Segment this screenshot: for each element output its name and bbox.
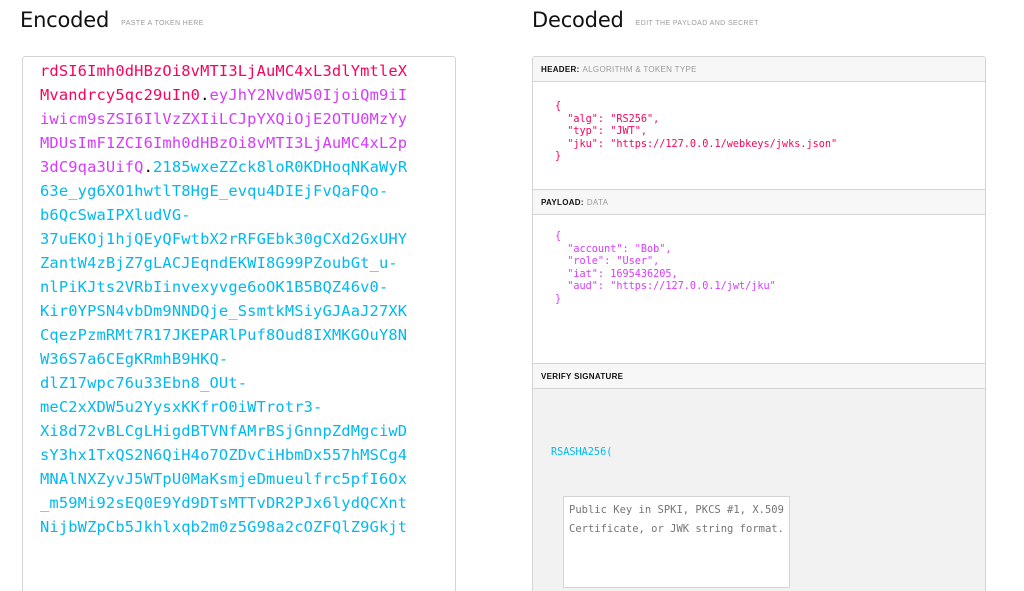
- token-sig-segment: 63e_yg6XO1hwtlT8HgE_evqu4DIEjFvQaFQo-: [40, 182, 389, 200]
- token-payload-segment: iwicm9sZSI6IlVzZXIiLCJpYXQiOjE2OTU0MzYy: [40, 110, 408, 128]
- header-section-title: HEADER: ALGORITHM & TOKEN TYPE: [533, 57, 985, 82]
- json-line: {: [555, 231, 562, 242]
- token-sig-segment: 2185wxeZZck8loR0KDHoqNKaWyR: [153, 158, 408, 176]
- token-sig-segment: 37uEKOj1hjQEyQFwtbX2rRFGEbk30gCXd2GxUHY: [40, 230, 408, 248]
- token-dot-segment: .: [200, 86, 210, 104]
- encoded-title: Encoded: [20, 8, 110, 32]
- json-line: }: [555, 293, 562, 305]
- header-label: HEADER:: [541, 65, 580, 74]
- payload-json-editor[interactable]: { "account": "Bob", "role": "User", "iat…: [533, 215, 985, 307]
- token-line: W36S7a6CEgKRmhB9HKQ-: [40, 347, 407, 371]
- token-line: 63e_yg6XO1hwtlT8HgE_evqu4DIEjFvQaFQo-: [40, 179, 407, 203]
- verify-line: RSASHA256(: [551, 447, 613, 458]
- decoded-title: Decoded: [532, 8, 624, 32]
- token-text[interactable]: rdSI6Imh0dHBzOi8vMTI3LjAuMC4xL3dlYmtleX M…: [40, 59, 407, 539]
- public-key-input[interactable]: [563, 496, 790, 588]
- header-sublabel: ALGORITHM & TOKEN TYPE: [582, 65, 697, 74]
- json-line: "account": "Bob",: [555, 243, 672, 255]
- json-line: "iat": 1695436205,: [555, 268, 678, 280]
- encoded-hint: PASTE A TOKEN HERE: [121, 20, 204, 27]
- token-line: nlPiKJts2VRbIinvexyvge6oOK1B5BQZ46v0-: [40, 275, 407, 299]
- token-line: dlZ17wpc76u33Ebn8_OUt-: [40, 371, 407, 395]
- token-sig-segment: dlZ17wpc76u33Ebn8_OUt-: [40, 374, 248, 392]
- token-line: MNAlNXZyvJ5WTpU0MaKsmjeDmueulfrc5pfI6Ox: [40, 467, 407, 491]
- token-payload-segment: 3dC9qa3UifQ: [40, 158, 144, 176]
- token-line: NijbWZpCb5Jkhlxqb2m0z5G98a2cOZFQlZ9Gkjt: [40, 515, 407, 539]
- token-sig-segment: _m59Mi92sEQ0E9Yd9DTsMTTvDR2PJx6lydQCXnt: [40, 494, 408, 512]
- token-dot-segment: .: [143, 158, 153, 176]
- token-sig-segment: nlPiKJts2VRbIinvexyvge6oOK1B5BQZ46v0-: [40, 278, 389, 296]
- token-payload-segment: eyJhY2NvdW50IjoiQm9iI: [209, 86, 408, 104]
- token-sig-segment: b6QcSwaIPXludVG-: [40, 206, 191, 224]
- token-sig-segment: W36S7a6CEgKRmhB9HKQ-: [40, 350, 229, 368]
- json-line: {: [555, 101, 562, 112]
- token-line: 3dC9qa3UifQ.2185wxeZZck8loR0KDHoqNKaWyR: [40, 155, 407, 179]
- token-line: 37uEKOj1hjQEyQFwtbX2rRFGEbk30gCXd2GxUHY: [40, 227, 407, 251]
- token-line: Mvandrcy5qc29uIn0.eyJhY2NvdW50IjoiQm9iI: [40, 83, 407, 107]
- token-line: MDUsImF1ZCI6Imh0dHBzOi8vMTI3LjAuMC4xL2p: [40, 131, 407, 155]
- token-line: iwicm9sZSI6IlVzZXIiLCJpYXQiOjE2OTU0MzYy: [40, 107, 407, 131]
- token-line: sY3hx1TxQS2N6QiH4o7OZDvCiHbmDx557hMSCg4: [40, 443, 407, 467]
- header-json-editor[interactable]: { "alg": "RS256", "typ": "JWT", "jku": "…: [533, 82, 985, 164]
- token-header-segment: rdSI6Imh0dHBzOi8vMTI3LjAuMC4xL3dlYmtleX: [40, 62, 408, 80]
- json-line: "aud": "https://127.0.0.1/jwt/jku": [555, 281, 776, 293]
- token-sig-segment: meC2xXDW5u2YysxKKfrO0iWTrotr3-: [40, 398, 323, 416]
- token-sig-segment: Kir0YPSN4vbDm9NNDQje_SsmtkMSiyGJAaJ27XK: [40, 302, 408, 320]
- json-line: "jku": "https://127.0.0.1/webkeys/jwks.j…: [555, 138, 838, 150]
- json-line: "role": "User",: [555, 256, 660, 268]
- token-line: meC2xXDW5u2YysxKKfrO0iWTrotr3-: [40, 395, 407, 419]
- payload-section-title: PAYLOAD: DATA: [533, 190, 985, 215]
- token-header-segment: Mvandrcy5qc29uIn0: [40, 86, 201, 104]
- token-line: b6QcSwaIPXludVG-: [40, 203, 407, 227]
- json-line: }: [555, 151, 562, 163]
- token-line: ZantW4zBjZ7gLACJEqndEKWI8G99PZoubGt_u-: [40, 251, 407, 275]
- payload-section: PAYLOAD: DATA { "account": "Bob", "role":…: [533, 190, 985, 364]
- verify-section-title: VERIFY SIGNATURE: [533, 364, 985, 389]
- json-line: "typ": "JWT",: [555, 126, 648, 138]
- token-sig-segment: NijbWZpCb5Jkhlxqb2m0z5G98a2cOZFQlZ9Gkjt: [40, 518, 408, 536]
- decoded-hint: EDIT THE PAYLOAD AND SECRET: [635, 20, 759, 27]
- token-sig-segment: Xi8d72vBLCgLHigdBTVNfAMrBSjGnnpZdMgciwD: [40, 422, 408, 440]
- token-sig-segment: ZantW4zBjZ7gLACJEqndEKWI8G99PZoubGt_u-: [40, 254, 398, 272]
- token-sig-segment: CqezPzmRMt7R17JKEPARlPuf8Oud8IXMKGOuY8N: [40, 326, 408, 344]
- payload-sublabel: DATA: [586, 198, 609, 207]
- header-section: HEADER: ALGORITHM & TOKEN TYPE { "alg": "…: [533, 57, 985, 190]
- token-payload-segment: MDUsImF1ZCI6Imh0dHBzOi8vMTI3LjAuMC4xL2p: [40, 134, 408, 152]
- token-line: _m59Mi92sEQ0E9Yd9DTsMTTvDR2PJx6lydQCXnt: [40, 491, 407, 515]
- token-line: rdSI6Imh0dHBzOi8vMTI3LjAuMC4xL3dlYmtleX: [40, 59, 407, 83]
- json-line: "alg": "RS256",: [555, 113, 660, 125]
- encoded-heading: Encoded PASTE A TOKEN HERE: [20, 8, 204, 32]
- payload-label: PAYLOAD:: [541, 198, 584, 207]
- token-sig-segment: sY3hx1TxQS2N6QiH4o7OZDvCiHbmDx557hMSCg4: [40, 446, 408, 464]
- token-line: Xi8d72vBLCgLHigdBTVNfAMrBSjGnnpZdMgciwD: [40, 419, 407, 443]
- encoded-token-input[interactable]: . . . rdSI6Imh0dHBzOi8vMTI3LjAuMC4xL3dlY…: [22, 56, 456, 591]
- token-line: CqezPzmRMt7R17JKEPARlPuf8Oud8IXMKGOuY8N: [40, 323, 407, 347]
- token-line: Kir0YPSN4vbDm9NNDQje_SsmtkMSiyGJAaJ27XK: [40, 299, 407, 323]
- decoded-heading: Decoded EDIT THE PAYLOAD AND SECRET: [532, 8, 759, 32]
- token-sig-segment: MNAlNXZyvJ5WTpU0MaKsmjeDmueulfrc5pfI6Ox: [40, 470, 408, 488]
